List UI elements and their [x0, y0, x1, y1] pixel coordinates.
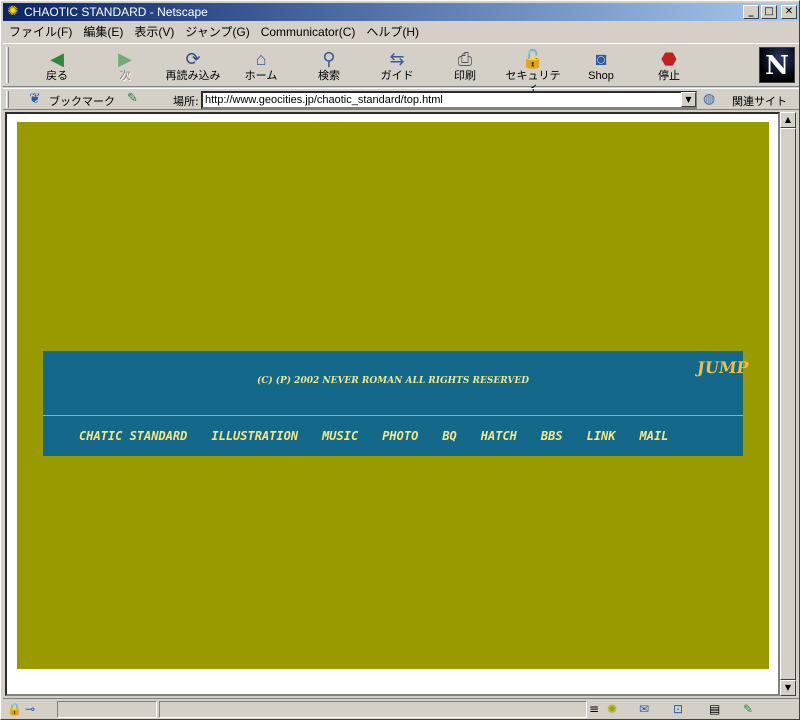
reload-icon: ⟳	[185, 49, 201, 69]
shop-button[interactable]: ◙ Shop	[571, 48, 631, 86]
forward-arrow-icon: ▶	[118, 49, 132, 69]
web-page: (C) (P) 2002 NEVER ROMAN ALL RIGHTS RESE…	[17, 122, 769, 669]
nav-link-hatch[interactable]: HATCH	[481, 429, 517, 443]
scroll-thumb[interactable]	[780, 128, 796, 680]
site-nav: CHATIC STANDARD ILLUSTRATION MUSIC PHOTO…	[43, 416, 743, 456]
mail-component-icon[interactable]: ✉	[639, 701, 649, 717]
search-button[interactable]: ⚲ 検索	[299, 48, 359, 86]
address-book-component-icon[interactable]: ▤	[709, 701, 720, 717]
browser-window: ✺ CHAOTIC STANDARD - Netscape _ □ ✕ ファイル…	[0, 0, 800, 720]
bookmarks-icon[interactable]: ❦	[29, 91, 41, 107]
home-button[interactable]: ⌂ ホーム	[231, 48, 291, 86]
back-button[interactable]: ◀ 戻る	[27, 48, 87, 86]
jump-logo[interactable]: JUMP	[692, 358, 750, 407]
nav-link-bbs[interactable]: BBS	[541, 429, 563, 443]
minimize-button[interactable]: _	[743, 5, 759, 19]
menu-file[interactable]: ファイル(F)	[9, 23, 72, 40]
nav-link-link[interactable]: LINK	[587, 429, 616, 443]
url-dropdown-button[interactable]: ▼	[681, 92, 696, 107]
status-message	[159, 701, 587, 718]
content-viewport: (C) (P) 2002 NEVER ROMAN ALL RIGHTS RESE…	[5, 112, 780, 696]
nav-link-bq[interactable]: BQ	[442, 429, 456, 443]
netscape-app-icon: ✺	[7, 4, 19, 19]
online-status-icon[interactable]: ⊸	[25, 701, 35, 717]
nav-link-music[interactable]: MUSIC	[322, 429, 358, 443]
nav-link-chatic-standard[interactable]: CHATIC STANDARD	[79, 429, 187, 443]
discussions-component-icon[interactable]: ⊡	[673, 701, 683, 717]
nav-link-photo[interactable]: PHOTO	[382, 429, 418, 443]
maximize-button[interactable]: □	[761, 5, 777, 19]
close-button[interactable]: ✕	[781, 5, 797, 19]
search-icon: ⚲	[322, 49, 336, 69]
forward-button[interactable]: ▶ 次	[95, 48, 155, 86]
scroll-up-button[interactable]: ▲	[780, 112, 796, 128]
print-button[interactable]: ⎙ 印刷	[435, 48, 495, 86]
header-banner: (C) (P) 2002 NEVER ROMAN ALL RIGHTS RESE…	[43, 351, 750, 415]
nav-link-mail[interactable]: MAIL	[640, 429, 669, 443]
guide-icon: ⇆	[389, 49, 405, 69]
home-icon: ⌂	[255, 49, 267, 69]
location-page-icon[interactable]: ✎	[127, 91, 138, 106]
stop-icon: ⬣	[661, 49, 677, 69]
window-title: CHAOTIC STANDARD - Netscape	[24, 5, 208, 19]
security-button[interactable]: 🔓 セキュリティ	[503, 48, 563, 94]
back-arrow-icon: ◀	[50, 49, 64, 69]
nav-link-illustration[interactable]: ILLUSTRATION	[211, 429, 298, 443]
reload-button[interactable]: ⟳ 再読み込み	[163, 48, 223, 86]
menu-go[interactable]: ジャンプ(G)	[185, 23, 249, 40]
stop-button[interactable]: ⬣ 停止	[639, 48, 699, 86]
netscape-logo[interactable]: N	[759, 47, 795, 83]
printer-icon: ⎙	[457, 49, 473, 69]
location-grip[interactable]	[6, 91, 9, 108]
composer-component-icon[interactable]: ✎	[743, 701, 753, 717]
vertical-scrollbar[interactable]: ▲ ▼	[780, 112, 796, 696]
title-bar[interactable]: ✺ CHAOTIC STANDARD - Netscape _ □ ✕	[3, 3, 799, 21]
copyright-text: (C) (P) 2002 NEVER ROMAN ALL RIGHTS RESE…	[256, 376, 530, 386]
url-input[interactable]: http://www.geocities.jp/chaotic_standard…	[201, 91, 697, 109]
related-sites-button[interactable]: 関連サイト	[732, 93, 787, 109]
status-grip-icon: ≡	[589, 702, 600, 716]
menu-view[interactable]: 表示(V)	[134, 23, 174, 40]
related-sites-icon[interactable]: ◍	[703, 91, 715, 107]
progress-cell	[57, 701, 157, 718]
scroll-down-button[interactable]: ▼	[780, 680, 796, 696]
navigator-component-icon[interactable]: ✺	[607, 701, 617, 717]
guide-button[interactable]: ⇆ ガイド	[367, 48, 427, 86]
toolbar-grip[interactable]	[6, 47, 9, 83]
menu-help[interactable]: ヘルプ(H)	[366, 23, 419, 40]
navigation-toolbar: ◀ 戻る ▶ 次 ⟳ 再読み込み ⌂ ホーム ⚲ 検索 ⇆ ガイド ⎙ 印刷 🔓	[3, 43, 799, 94]
status-bar: 🔒 ⊸ ≡ ✺ ✉ ⊡ ▤ ✎	[3, 698, 799, 719]
bookmarks-button[interactable]: ブックマーク	[49, 93, 115, 109]
menu-bar: ファイル(F) 編集(E) 表示(V) ジャンプ(G) Communicator…	[3, 22, 799, 41]
menu-edit[interactable]: 編集(E)	[83, 23, 123, 40]
location-label: 場所:	[173, 95, 199, 108]
menu-communicator[interactable]: Communicator(C)	[261, 25, 356, 39]
location-toolbar: ❦ ブックマーク ✎ 場所: http://www.geocities.jp/c…	[3, 88, 799, 110]
lock-icon: 🔓	[521, 49, 545, 69]
security-status-icon[interactable]: 🔒	[7, 701, 22, 717]
shopping-bag-icon: ◙	[595, 49, 607, 69]
